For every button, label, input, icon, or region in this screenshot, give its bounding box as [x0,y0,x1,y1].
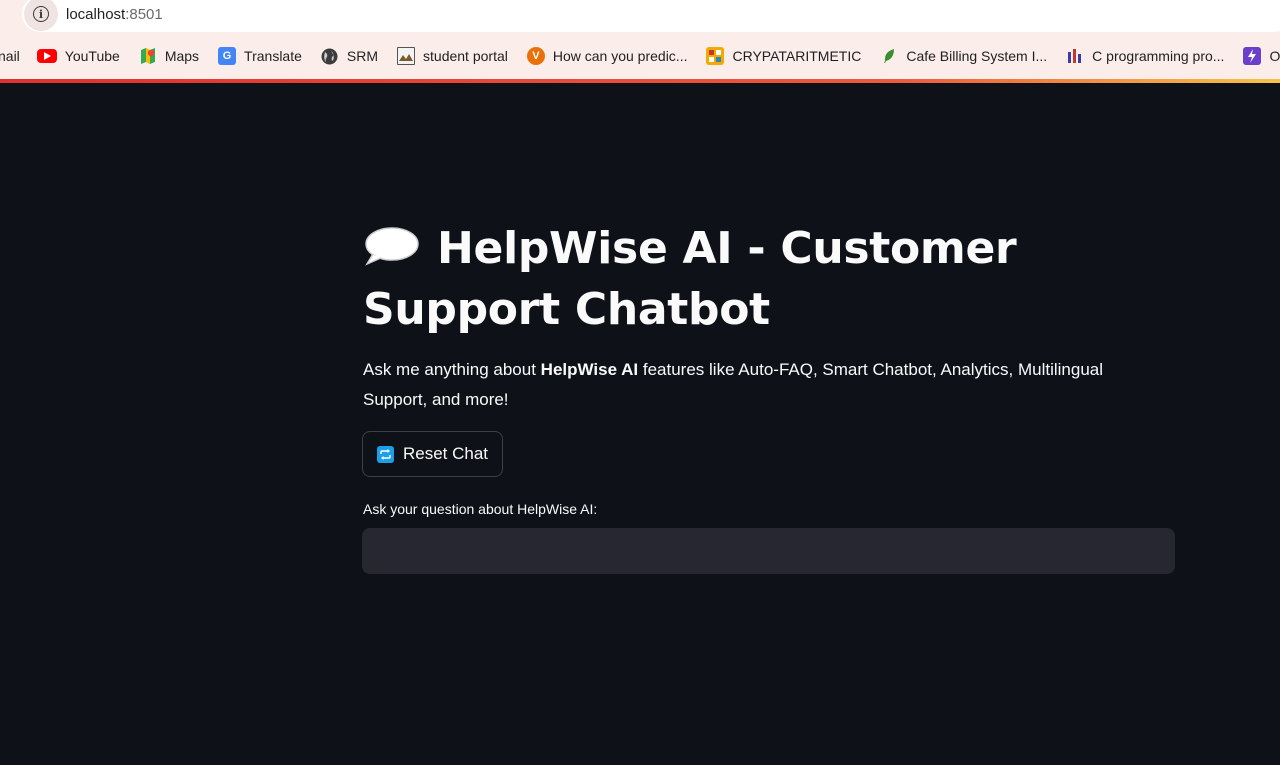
bookmark-label: YouTube [64,48,120,64]
reset-chat-button[interactable]: Reset Chat [362,431,503,477]
site-info-icon[interactable]: i [24,0,58,31]
bookmark-online-c[interactable]: Online C [1243,47,1280,65]
translate-icon: G [218,47,237,65]
bolt-icon [1243,47,1262,65]
bookmark-label: Maps [164,48,200,64]
url-host: localhost [66,5,126,23]
url-port: :8501 [125,5,163,23]
bookmarks-bar: nail YouTube Maps G Translate SRM studen… [0,42,1280,70]
youtube-icon [36,49,57,63]
bars-icon [1066,47,1084,65]
bookmark-label: CRYPATARITMETIC [732,48,862,64]
browser-chrome: i localhost:8501 nail YouTube Maps G Tra… [0,0,1280,83]
bookmark-c-programming[interactable]: C programming pro... [1066,47,1224,65]
repeat-icon [376,445,394,463]
bookmark-gmail[interactable]: nail [0,48,20,64]
bookmark-crypataritmetic[interactable]: CRYPATARITMETIC [706,47,861,65]
url-text[interactable]: localhost:8501 [66,6,163,23]
app-main: HelpWise AI - Customer Support Chatbot A… [0,83,1280,765]
bookmark-how-can-you-predict[interactable]: V How can you predic... [526,47,688,65]
bookmark-label: C programming pro... [1092,48,1225,64]
speech-bubble-icon [363,221,419,266]
description-prefix: Ask me anything about [363,360,541,379]
bookmark-srm[interactable]: SRM [321,47,378,65]
bookmark-cafe-billing[interactable]: Cafe Billing System I... [880,47,1047,65]
bookmark-label: nail [0,48,20,64]
page-title: HelpWise AI - Customer Support Chatbot [363,218,1193,340]
image-icon [397,47,416,65]
bookmark-translate[interactable]: G Translate [218,47,302,65]
address-bar[interactable]: i localhost:8501 [22,0,1280,32]
reset-chat-label: Reset Chat [402,444,489,463]
maps-icon [139,47,157,65]
description-bold: HelpWise AI [540,360,639,379]
v-icon: V [526,47,545,65]
bookmark-label: student portal [423,48,508,64]
bookmark-label: How can you predic... [552,48,688,64]
globe-icon [321,47,339,65]
bookmark-label: Translate [244,48,302,64]
bookmark-youtube[interactable]: YouTube [36,48,120,64]
question-input-label: Ask your question about HelpWise AI: [363,501,598,517]
bookmark-label: Online C [1269,48,1280,64]
bookmark-label: Cafe Billing System I... [906,48,1048,64]
page-title-text: HelpWise AI - Customer Support Chatbot [363,223,1017,335]
question-input[interactable] [362,528,1175,574]
bookmark-label: SRM [346,48,379,64]
bookmark-student-portal[interactable]: student portal [397,47,508,65]
bookmark-maps[interactable]: Maps [139,47,199,65]
leaf-icon [880,47,898,65]
grid-icon [706,47,725,65]
page-description: Ask me anything about HelpWise AI featur… [363,355,1153,415]
